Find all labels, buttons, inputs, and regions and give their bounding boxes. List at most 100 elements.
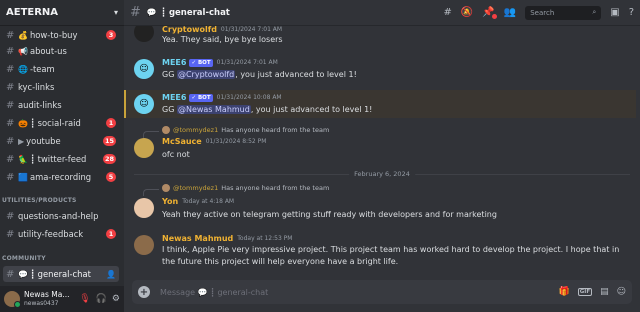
pin-icon[interactable]: 📌 xyxy=(482,7,497,19)
inbox-icon[interactable]: ▣ xyxy=(610,7,619,18)
message-header: Yon Today at 4:18 AM xyxy=(162,197,234,206)
notification-bell-icon[interactable]: 🔕 xyxy=(461,7,473,18)
message-highlighted[interactable]: ☺ MEE6 ✓ BOT 01/31/2024 10:08 AM GG @New… xyxy=(124,90,636,118)
search-placeholder: Search xyxy=(530,8,555,17)
channel-utility-feedback[interactable]: # utility-feedback 1 xyxy=(3,226,119,242)
channel-ama-recording[interactable]: # 🟦 ama-recording 5 xyxy=(3,169,119,185)
avatar[interactable] xyxy=(134,235,154,255)
user-mention[interactable]: @Cryptowolfd xyxy=(176,70,236,79)
channel-how-to-buy[interactable]: # 💰 how-to-buy 3 xyxy=(3,27,119,43)
add-member-icon[interactable]: 👤 xyxy=(106,270,116,279)
gift-icon[interactable]: 🎁 xyxy=(559,287,570,297)
user-tag: newas0437 xyxy=(24,299,59,307)
timestamp: Today at 4:18 AM xyxy=(182,198,235,205)
avatar[interactable] xyxy=(134,198,154,218)
avatar[interactable] xyxy=(134,26,154,42)
reply-text: Has anyone heard from the team xyxy=(221,184,330,192)
text-segment: GG xyxy=(162,70,177,79)
channel-team[interactable]: # 🌐 -team xyxy=(3,61,119,77)
channel-youtube[interactable]: # ▶ youtube 15 xyxy=(3,133,119,149)
author-name[interactable]: MEE6 xyxy=(162,93,186,102)
gif-icon[interactable]: GIF xyxy=(577,288,593,296)
category-utilities[interactable]: UTILITIES/PRODUCTS xyxy=(2,197,77,204)
message-header: MEE6 ✓ BOT 01/31/2024 10:08 AM xyxy=(162,93,282,102)
author-name[interactable]: Newas Mahmud xyxy=(162,234,233,243)
message-input[interactable] xyxy=(160,287,551,297)
channel-emoji: 💬 xyxy=(18,269,28,279)
reply-spine xyxy=(143,189,159,196)
channel-social-raid[interactable]: # 🎃 ┋ social-raid 1 xyxy=(3,115,119,131)
author-name[interactable]: MEE6 xyxy=(162,58,186,67)
search-icon: ⌕ xyxy=(592,8,597,16)
channel-about-us[interactable]: # 📢 about-us xyxy=(3,43,119,59)
author-name[interactable]: Cryptowolfd xyxy=(162,26,217,34)
mute-mic-icon[interactable]: 🎙 xyxy=(79,294,90,304)
channel-label: audit-links xyxy=(18,100,62,110)
server-header[interactable]: AETERNA ▾ xyxy=(0,0,124,26)
timestamp: 01/31/2024 10:08 AM xyxy=(216,94,282,101)
hash-icon: # xyxy=(6,117,15,129)
headphones-icon[interactable]: 🎧 xyxy=(96,294,107,304)
search-input[interactable]: Search ⌕ xyxy=(525,5,602,20)
channel-label: utility-feedback xyxy=(18,229,84,239)
author-name[interactable]: McSauce xyxy=(162,137,202,146)
unread-badge: 1 xyxy=(106,229,116,239)
reply-preview[interactable]: @tommydez1 Has anyone heard from the tea… xyxy=(162,184,329,192)
message-header: Cryptowolfd 01/31/2024 7:01 AM xyxy=(162,26,282,34)
message-text: Yea. They said, bye bye losers xyxy=(162,35,283,44)
channel-label: ┋ social-raid xyxy=(29,118,81,128)
text-segment: GG xyxy=(162,105,177,114)
message[interactable]: Newas Mahmud Today at 12:53 PM I think, … xyxy=(124,234,636,278)
unread-badge: 15 xyxy=(102,136,116,146)
channel-twitter-feed[interactable]: # 🦜 ┋ twitter-feed 28 xyxy=(3,151,119,167)
avatar[interactable]: ☺ xyxy=(134,94,154,114)
hash-icon: # xyxy=(6,81,15,93)
category-community[interactable]: COMMUNITY xyxy=(2,255,46,262)
message-header: Newas Mahmud Today at 12:53 PM xyxy=(162,234,292,243)
member-list-icon[interactable]: 👥 xyxy=(504,7,516,18)
channel-general-chat[interactable]: # 💬 ┋ general-chat 👤 xyxy=(3,266,119,282)
mee6-bot-face-icon: ☺ xyxy=(139,99,149,109)
reply-text: Has anyone heard from the team xyxy=(221,126,330,134)
message-list: Cryptowolfd 01/31/2024 7:01 AM Yea. They… xyxy=(124,26,640,278)
sticker-icon[interactable]: ▤ xyxy=(600,287,609,297)
channel-audit-links[interactable]: # audit-links xyxy=(3,97,119,113)
avatar[interactable]: ☺ xyxy=(134,59,154,79)
avatar[interactable] xyxy=(4,291,21,308)
threads-icon[interactable]: # xyxy=(443,7,451,18)
gear-icon[interactable]: ⚙ xyxy=(112,294,120,304)
message-text: Yeah they active on telegram getting stu… xyxy=(162,210,497,219)
message[interactable]: @tommydez1 Has anyone heard from the tea… xyxy=(124,184,636,224)
hash-icon: # xyxy=(6,228,15,240)
channel-label: ┋ general-chat xyxy=(29,269,91,279)
help-icon[interactable]: ? xyxy=(629,7,634,18)
message-header: MEE6 ✓ BOT 01/31/2024 7:01 AM xyxy=(162,58,278,67)
channel-label: ama-recording xyxy=(29,172,92,182)
channel-questions-and-help[interactable]: # questions-and-help xyxy=(3,208,119,224)
channel-label: about-us xyxy=(29,46,67,56)
user-info[interactable]: Newas Ma... newas0437 xyxy=(24,291,74,307)
channel-emoji: 🟦 xyxy=(18,172,28,182)
message[interactable]: Cryptowolfd 01/31/2024 7:01 AM Yea. They… xyxy=(124,26,636,48)
avatar[interactable] xyxy=(134,138,154,158)
reply-preview[interactable]: @tommydez1 Has anyone heard from the tea… xyxy=(162,126,329,134)
channel-label: -team xyxy=(29,64,55,74)
timestamp: Today at 12:53 PM xyxy=(237,235,293,242)
author-name[interactable]: Yon xyxy=(162,197,178,206)
message-text: GG @Cryptowolfd, you just advanced to le… xyxy=(162,69,622,81)
channel-kyc-links[interactable]: # kyc-links xyxy=(3,79,119,95)
channel-label: ┋ twitter-feed xyxy=(29,154,87,164)
speech-bubble-icon: 💬 xyxy=(146,8,157,17)
date-divider: February 6, 2024 xyxy=(134,170,630,178)
timestamp: 01/31/2024 7:01 AM xyxy=(216,59,278,66)
hash-icon: # xyxy=(6,171,15,183)
plus-icon[interactable]: + xyxy=(138,286,150,298)
unread-badge: 1 xyxy=(106,118,116,128)
mee6-bot-face-icon: ☺ xyxy=(139,64,149,74)
emoji-icon[interactable]: ☺ xyxy=(617,287,626,297)
channel-label: youtube xyxy=(26,136,61,146)
message[interactable]: ☺ MEE6 ✓ BOT 01/31/2024 7:01 AM GG @Cryp… xyxy=(124,58,636,86)
channel-label: questions-and-help xyxy=(18,211,99,221)
message[interactable]: @tommydez1 Has anyone heard from the tea… xyxy=(124,126,636,166)
user-mention[interactable]: @Newas Mahmud xyxy=(176,105,251,114)
